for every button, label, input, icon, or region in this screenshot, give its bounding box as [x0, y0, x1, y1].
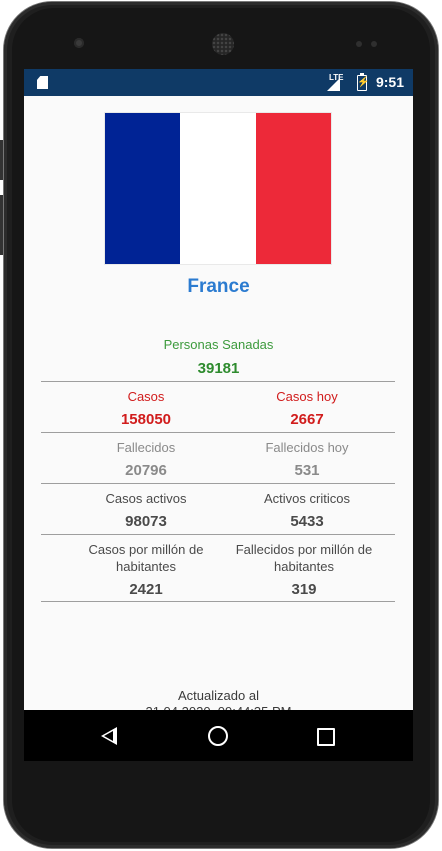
deaths-per-million-value: 319	[291, 581, 317, 598]
navigation-bar	[24, 710, 413, 761]
divider	[41, 483, 395, 484]
back-icon-inner	[104, 731, 113, 741]
flag-band-blue	[105, 113, 181, 264]
screen: LTE ⚡ 9:51 France Personas Sanadas 39181…	[24, 69, 413, 761]
deaths-per-million-label: Fallecidos por millón de habitantes	[235, 542, 373, 574]
front-camera	[74, 38, 84, 48]
divider	[41, 601, 395, 602]
country-detail: France Personas Sanadas 39181 Casos 1580…	[24, 96, 413, 719]
recovered-label: Personas Sanadas	[163, 337, 274, 352]
cases-per-million-label: Casos por millón de habitantes	[88, 542, 204, 574]
critical-label: Activos criticos	[264, 491, 350, 506]
country-flag	[105, 113, 331, 264]
divider	[41, 534, 395, 535]
deaths-today-value: 531	[294, 462, 320, 479]
sd-card-icon	[37, 76, 48, 89]
proximity-sensor	[356, 41, 362, 47]
volume-down-button	[0, 195, 3, 255]
deaths-today-cell: Fallecidos hoy 531	[212, 439, 402, 479]
volume-up-button	[0, 140, 3, 180]
cases-per-million-cell: Casos por millón de habitantes 2421	[71, 541, 221, 598]
critical-cell: Activos criticos 5433	[212, 490, 402, 530]
earpiece-speaker	[212, 33, 234, 55]
cases-today-label: Casos hoy	[276, 389, 338, 404]
recovered-value: 39181	[197, 360, 240, 377]
charging-bolt-icon: ⚡	[357, 77, 370, 88]
divider	[41, 381, 395, 382]
recents-icon[interactable]	[317, 728, 335, 746]
cases-today-value: 2667	[290, 411, 324, 428]
light-sensor	[371, 41, 377, 47]
updated-label: Actualizado al	[178, 688, 259, 703]
deaths-per-million-cell: Fallecidos por millón de habitantes 319	[227, 541, 381, 598]
critical-value: 5433	[290, 513, 324, 530]
home-icon[interactable]	[208, 726, 228, 746]
status-bar: LTE ⚡ 9:51	[24, 69, 413, 96]
country-name: France	[187, 276, 250, 297]
cases-today-cell: Casos hoy 2667	[212, 388, 402, 428]
status-time: 9:51	[375, 74, 404, 90]
flag-band-red	[255, 113, 331, 264]
divider	[41, 432, 395, 433]
network-type: LTE	[329, 73, 344, 82]
deaths-today-label: Fallecidos hoy	[265, 440, 349, 455]
flag-band-white	[180, 113, 256, 264]
cases-per-million-value: 2421	[129, 581, 163, 598]
